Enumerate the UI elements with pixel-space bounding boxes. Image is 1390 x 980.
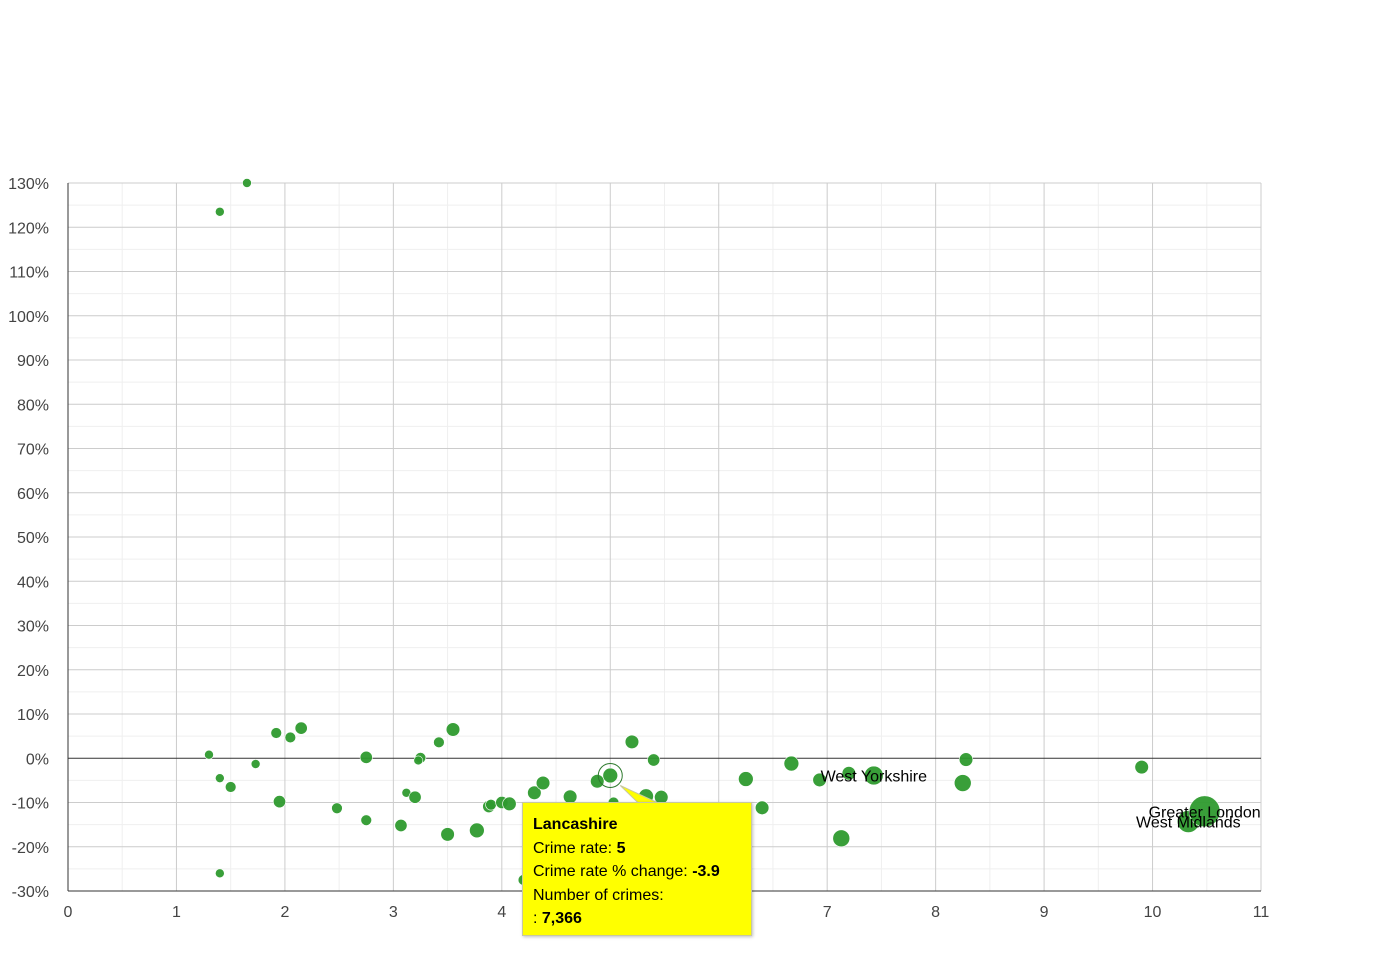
bubble-point[interactable] xyxy=(394,819,408,832)
bubble-point[interactable] xyxy=(440,827,455,842)
bubble-point[interactable] xyxy=(832,829,851,848)
bubble-label: West Midlands xyxy=(1136,815,1241,832)
y-tick-label: 120% xyxy=(8,220,49,237)
bubble-point[interactable] xyxy=(359,750,373,764)
y-tick-label: -30% xyxy=(12,884,49,901)
bubble-point[interactable] xyxy=(215,206,225,217)
tooltip-crime-rate: Crime rate: 5 xyxy=(533,837,741,861)
bubble-point[interactable] xyxy=(738,771,754,787)
tooltip-change-value: -3.9 xyxy=(692,863,720,880)
y-tick-label: 100% xyxy=(8,309,49,326)
y-tick-label: 10% xyxy=(17,707,49,724)
y-tick-label: 20% xyxy=(17,663,49,680)
bubble-point[interactable] xyxy=(215,868,225,879)
bubble-point[interactable] xyxy=(535,775,551,791)
tooltip-count-value: 7,366 xyxy=(541,910,582,927)
x-tick-label: 0 xyxy=(64,904,73,921)
tooltip-count: : 7,366 xyxy=(533,907,741,931)
tooltip-crime-rate-value: 5 xyxy=(616,839,626,857)
bubble-point[interactable] xyxy=(224,781,237,793)
x-tick-label: 3 xyxy=(389,904,398,921)
tooltip-count-label: Number of crimes: xyxy=(533,886,664,904)
bubble-point[interactable] xyxy=(250,759,261,769)
y-axis-tick-labels: -30% -20% -10% 0% 10% 20% 30% 40% 50% 60% 70% 80% 90… xyxy=(8,176,49,901)
y-tick-label: 30% xyxy=(17,619,49,636)
tooltip-change-label: Crime rate % change: xyxy=(533,863,688,880)
y-tick-label: 80% xyxy=(17,397,49,414)
y-tick-label: 60% xyxy=(17,486,49,503)
bubble-point[interactable] xyxy=(485,799,497,811)
bubble-label: West Yorkshire xyxy=(821,769,928,786)
bubble-point[interactable] xyxy=(284,731,297,744)
bubble-point[interactable] xyxy=(953,774,972,792)
tooltip-title: Lancashire xyxy=(533,816,618,833)
bubble-point[interactable] xyxy=(754,800,770,815)
bubble-point[interactable] xyxy=(242,178,252,188)
bubble-point[interactable] xyxy=(647,753,661,767)
bubble-point[interactable] xyxy=(624,734,640,750)
bubble-point[interactable] xyxy=(469,822,485,839)
y-tick-label: 90% xyxy=(17,353,49,370)
bubble-point[interactable] xyxy=(273,795,286,809)
bubble-point[interactable] xyxy=(590,774,605,789)
bubble-point[interactable] xyxy=(204,749,214,760)
bubble-point[interactable] xyxy=(360,814,372,826)
x-tick-label: 8 xyxy=(931,904,940,921)
y-tick-label: -20% xyxy=(12,840,49,857)
tooltip-crime-rate-label: Crime rate: xyxy=(533,839,613,857)
bubble-series xyxy=(204,178,1221,886)
x-tick-label: 11 xyxy=(1253,904,1270,921)
tooltip-count-prefix: : xyxy=(533,910,538,927)
bubble-point[interactable] xyxy=(270,727,282,739)
tooltip-change: Crime rate % change: -3.9 xyxy=(533,860,741,884)
bubble-point[interactable] xyxy=(445,722,461,737)
x-tick-label: 4 xyxy=(497,904,506,921)
bubble-point[interactable] xyxy=(294,721,308,735)
bubble-point[interactable] xyxy=(783,755,800,772)
y-tick-label: 40% xyxy=(17,574,49,591)
bubble-point[interactable] xyxy=(1134,759,1149,775)
tooltip: Lancashire Crime rate: 5 Crime rate % ch… xyxy=(522,802,752,936)
bubble-point[interactable] xyxy=(502,796,517,811)
bubble-point[interactable] xyxy=(413,755,424,766)
bubble-point[interactable] xyxy=(602,767,619,784)
x-tick-label: 10 xyxy=(1144,904,1162,921)
y-tick-label: 0% xyxy=(26,751,49,768)
y-tick-label: 130% xyxy=(8,176,49,193)
bubble-point[interactable] xyxy=(215,773,225,783)
bubble-point[interactable] xyxy=(433,736,445,749)
x-tick-label: 9 xyxy=(1040,904,1049,921)
grid-lines xyxy=(67,182,1262,892)
x-tick-label: 1 xyxy=(172,904,181,921)
x-tick-label: 7 xyxy=(823,904,832,921)
x-tick-label: 2 xyxy=(280,904,289,921)
y-tick-label: -10% xyxy=(12,796,49,813)
bubble-point[interactable] xyxy=(958,752,974,767)
bubble-point[interactable] xyxy=(331,802,343,814)
y-tick-label: 70% xyxy=(17,442,49,459)
y-tick-label: 110% xyxy=(9,265,49,282)
y-tick-label: 50% xyxy=(17,530,49,547)
bubble-point[interactable] xyxy=(408,790,422,804)
